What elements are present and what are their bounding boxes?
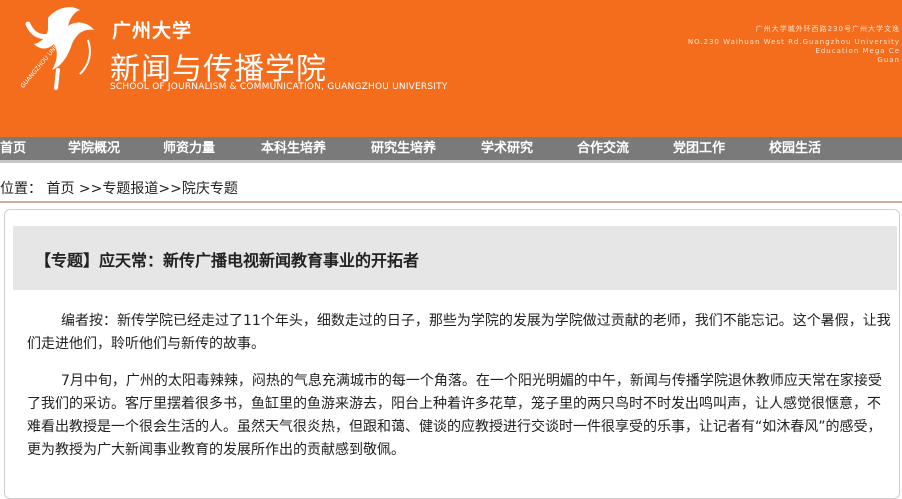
university-name: 广州大学 <box>112 20 193 42</box>
article-container: 【专题】应天常：新传广播电视新闻教育事业的开拓者 编者按：新传学院已经走过了11… <box>4 209 900 499</box>
nav-item-research[interactable]: 学术研究 <box>481 137 533 160</box>
breadcrumb-separator: >> <box>78 181 103 197</box>
article-title: 【专题】应天常：新传广播电视新闻教育事业的开拓者 <box>35 251 420 270</box>
address-line-3: Education Mega Ce <box>815 47 900 55</box>
article-title-bar: 【专题】应天常：新传广播电视新闻教育事业的开拓者 <box>13 226 897 290</box>
nav-item-graduate[interactable]: 研究生培养 <box>371 137 436 160</box>
breadcrumb-anniversary-link[interactable]: 院庆专题 <box>182 181 238 197</box>
breadcrumb: 位置： 首页 >>专题报道>>院庆专题 <box>0 177 238 201</box>
breadcrumb-special-reports-link[interactable]: 专题报道 <box>102 181 158 197</box>
nav-item-undergraduate[interactable]: 本科生培养 <box>261 137 326 160</box>
article-paragraph-editor-note: 编者按：新传学院已经走过了11个年头，细数走过的日子，那些为学院的发展为学院做过… <box>27 313 891 352</box>
article-paragraph-body: 7月中旬，广州的太阳毒辣辣，闷热的气息充满城市的每一个角落。在一个阳光明媚的中午… <box>27 373 882 458</box>
breadcrumb-home-link[interactable]: 首页 <box>46 181 74 197</box>
site-header: GUANGZHOU UNIVERSITY 广州大学 新闻与传播学院 SCHOOL… <box>0 0 902 137</box>
nav-item-campus-life[interactable]: 校园生活 <box>769 137 821 160</box>
nav-item-faculty[interactable]: 师资力量 <box>163 137 215 160</box>
nav-item-home[interactable]: 首页 <box>0 137 26 160</box>
nav-item-party-work[interactable]: 党团工作 <box>673 137 725 160</box>
university-logo-icon: GUANGZHOU UNIVERSITY <box>19 7 94 90</box>
address-line-4: Guan <box>877 56 900 64</box>
breadcrumb-label: 位置： <box>0 181 42 197</box>
breadcrumb-separator: >> <box>158 181 182 197</box>
main-nav: 首页 学院概况 师资力量 本科生培养 研究生培养 学术研究 合作交流 党团工作 … <box>0 137 902 163</box>
nav-item-overview[interactable]: 学院概况 <box>68 137 120 160</box>
school-name-english: SCHOOL OF JOURNALISM & COMMUNICATION, GU… <box>110 82 448 92</box>
address-line-2: NO.230 Waihuan West Rd.Guangzhou Univers… <box>687 38 900 46</box>
breadcrumb-divider <box>0 201 902 203</box>
address-line-1: 广州大学城外环西路230号广州大学文逸 <box>755 25 900 33</box>
nav-item-cooperation[interactable]: 合作交流 <box>577 137 629 160</box>
